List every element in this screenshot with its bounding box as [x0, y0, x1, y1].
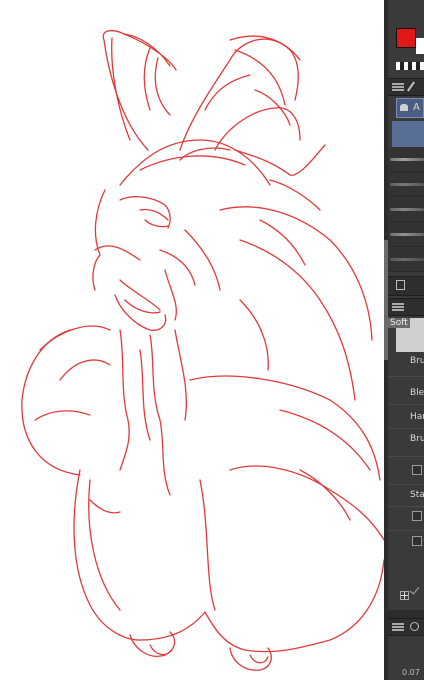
brush-preset[interactable] — [388, 147, 424, 172]
sketch-stroke — [119, 279, 161, 311]
drawing-canvas[interactable] — [0, 0, 384, 680]
property-blend: Ble — [410, 388, 424, 398]
sketch-stroke — [269, 179, 321, 211]
brush-preset[interactable] — [388, 172, 424, 197]
globe-icon[interactable] — [410, 622, 419, 631]
property-brush-size: Bru — [410, 356, 424, 366]
sketch-stroke — [154, 57, 171, 116]
sketch-stroke — [159, 249, 196, 286]
brush-name: Soft — [388, 318, 410, 328]
sub-tool-toolbar — [388, 276, 424, 296]
sketch-lines — [21, 29, 384, 671]
tool-panel-header — [388, 78, 424, 96]
property-checkbox[interactable] — [412, 536, 422, 546]
sketch-stroke — [139, 349, 151, 441]
checkmark-icon — [409, 584, 420, 595]
menu-icon[interactable] — [392, 83, 404, 91]
sketch-stroke — [279, 409, 371, 471]
sketch-stroke — [174, 329, 188, 421]
sketch-stroke — [149, 334, 171, 496]
brush-preset[interactable] — [388, 197, 424, 222]
sub-color-swatch[interactable] — [416, 38, 424, 54]
sketch-stroke — [139, 208, 169, 221]
sketch-stroke — [179, 38, 299, 151]
sketch-stroke — [229, 465, 384, 541]
property-stabilization: Sta — [410, 490, 424, 500]
property-checkbox[interactable] — [412, 465, 422, 475]
sketch-stroke — [92, 189, 106, 291]
sketch-stroke — [144, 219, 169, 228]
sketch-stroke — [119, 329, 130, 471]
sketch-stroke — [124, 299, 161, 314]
sketch-stroke — [239, 239, 356, 401]
tool-tab[interactable]: A — [396, 98, 424, 118]
property-checkbox[interactable] — [412, 511, 422, 521]
main-color-swatch[interactable] — [396, 28, 416, 48]
sketch-stroke — [234, 144, 326, 176]
menu-icon[interactable] — [392, 303, 404, 311]
sketch-stroke — [119, 196, 171, 229]
sketch-stroke — [239, 299, 269, 371]
sketch-stroke — [199, 479, 216, 611]
brush-preset[interactable] — [388, 222, 424, 247]
sketch-stroke — [102, 29, 177, 151]
sketch-stroke — [139, 155, 246, 171]
pen-icon[interactable] — [407, 81, 415, 92]
sketch-stroke — [149, 644, 173, 656]
stamp-icon — [400, 104, 408, 111]
sketch-stroke — [204, 74, 251, 111]
sketch-stroke — [214, 107, 301, 151]
menu-icon[interactable] — [392, 623, 404, 631]
tool-tab-label: A — [413, 102, 420, 113]
navigator-header — [388, 618, 424, 636]
sketch-stroke — [219, 206, 373, 341]
sketch-stroke — [123, 33, 171, 67]
sketch-stroke — [143, 47, 151, 111]
tool-panel: A Soft Bru Ble Har Bru Sta 0.07 — [388, 0, 424, 680]
sketch-stroke — [89, 499, 121, 514]
selected-sub-tool[interactable] — [392, 121, 424, 147]
navigator-readout: 0.07 — [402, 668, 420, 677]
add-icon[interactable] — [400, 591, 409, 600]
sketch-stroke — [249, 654, 269, 664]
property-hardness: Har — [410, 412, 424, 422]
sketch-stroke — [259, 219, 306, 266]
sketch-stroke — [119, 139, 271, 186]
sketch-stroke — [184, 229, 221, 291]
brush-preset[interactable] — [388, 247, 424, 272]
sketch-stroke — [39, 325, 111, 351]
property-panel-header — [388, 298, 424, 316]
panel-gap — [388, 610, 424, 618]
sketch-stroke — [204, 559, 384, 653]
sketch-stroke — [88, 479, 121, 611]
sketch-stroke — [164, 269, 177, 321]
transparent-color-swatch[interactable] — [396, 62, 424, 70]
property-brush-density: Bru — [410, 434, 424, 444]
sketch-stroke — [254, 89, 291, 126]
sketch-stroke — [21, 329, 81, 476]
sketch-stroke — [189, 375, 381, 481]
sketch-stroke — [94, 245, 141, 261]
brush-name-area: Soft — [388, 318, 424, 352]
copy-icon[interactable] — [396, 280, 405, 290]
sketch-stroke — [59, 359, 111, 381]
sketch-stroke — [34, 410, 91, 421]
